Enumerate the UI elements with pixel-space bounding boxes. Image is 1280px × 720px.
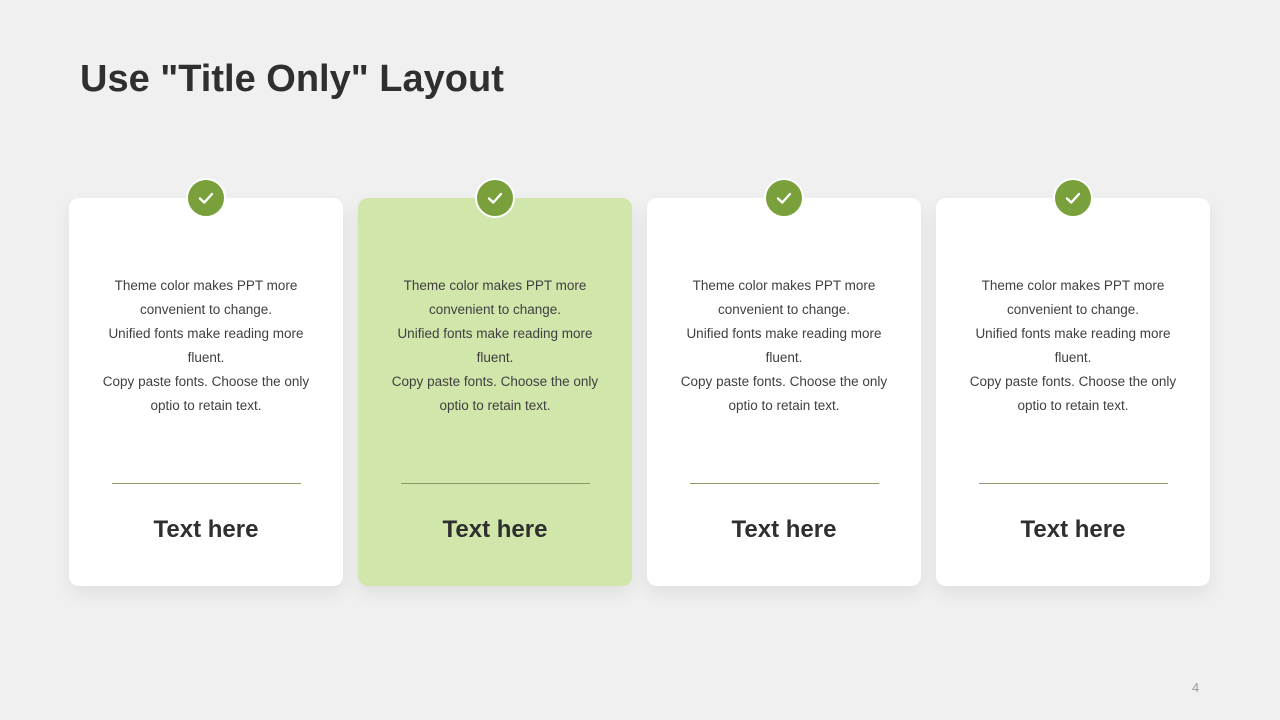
card-description-line: Copy paste fonts. Choose the only bbox=[102, 374, 310, 389]
feature-card-3[interactable]: Theme color makes PPT more convenient to… bbox=[647, 178, 921, 586]
card-label[interactable]: Text here bbox=[69, 516, 343, 544]
card-description-line: Theme color makes PPT more bbox=[114, 278, 298, 293]
check-icon bbox=[186, 178, 226, 218]
slide-title[interactable]: Use "Title Only" Layout bbox=[80, 58, 504, 101]
card-divider bbox=[690, 483, 879, 484]
card-description[interactable]: Theme color makes PPT more convenient to… bbox=[667, 274, 901, 418]
card-description-line: Copy paste fonts. Choose the only bbox=[391, 374, 599, 389]
feature-card-1[interactable]: Theme color makes PPT more convenient to… bbox=[69, 178, 343, 586]
check-icon bbox=[475, 178, 515, 218]
card-label[interactable]: Text here bbox=[358, 516, 632, 544]
card-label[interactable]: Text here bbox=[936, 516, 1210, 544]
page-number: 4 bbox=[1192, 680, 1200, 695]
card-description-line: optio to retain text. bbox=[150, 398, 262, 413]
card-description-line: optio to retain text. bbox=[1017, 398, 1129, 413]
card-description-line: Theme color makes PPT more bbox=[981, 278, 1165, 293]
card-description[interactable]: Theme color makes PPT more convenient to… bbox=[378, 274, 612, 418]
card-description-line: convenient to change. bbox=[428, 302, 562, 317]
card-description[interactable]: Theme color makes PPT more convenient to… bbox=[89, 274, 323, 418]
card-description-line: Unified fonts make reading more bbox=[975, 326, 1171, 341]
card-description-line: convenient to change. bbox=[717, 302, 851, 317]
card-divider bbox=[112, 483, 301, 484]
card-description-line: fluent. bbox=[476, 350, 514, 365]
feature-card-4[interactable]: Theme color makes PPT more convenient to… bbox=[936, 178, 1210, 586]
card-description-line: Theme color makes PPT more bbox=[692, 278, 876, 293]
card-description-line: optio to retain text. bbox=[439, 398, 551, 413]
card-label[interactable]: Text here bbox=[647, 516, 921, 544]
card-description-line: Unified fonts make reading more bbox=[108, 326, 304, 341]
card-description-line: fluent. bbox=[765, 350, 803, 365]
card-description-line: fluent. bbox=[187, 350, 225, 365]
slide: Use "Title Only" Layout Theme color make… bbox=[0, 0, 1280, 720]
card-description-line: Copy paste fonts. Choose the only bbox=[969, 374, 1177, 389]
card-description-line: convenient to change. bbox=[1006, 302, 1140, 317]
card-description[interactable]: Theme color makes PPT more convenient to… bbox=[956, 274, 1190, 418]
check-icon bbox=[764, 178, 804, 218]
check-icon bbox=[1053, 178, 1093, 218]
card-description-line: Theme color makes PPT more bbox=[403, 278, 587, 293]
card-description-line: Unified fonts make reading more bbox=[397, 326, 593, 341]
feature-card-2[interactable]: Theme color makes PPT more convenient to… bbox=[358, 178, 632, 586]
card-description-line: Unified fonts make reading more bbox=[686, 326, 882, 341]
card-description-line: optio to retain text. bbox=[728, 398, 840, 413]
card-divider bbox=[401, 483, 590, 484]
card-description-line: Copy paste fonts. Choose the only bbox=[680, 374, 888, 389]
card-divider bbox=[979, 483, 1168, 484]
card-description-line: fluent. bbox=[1054, 350, 1092, 365]
card-description-line: convenient to change. bbox=[139, 302, 273, 317]
